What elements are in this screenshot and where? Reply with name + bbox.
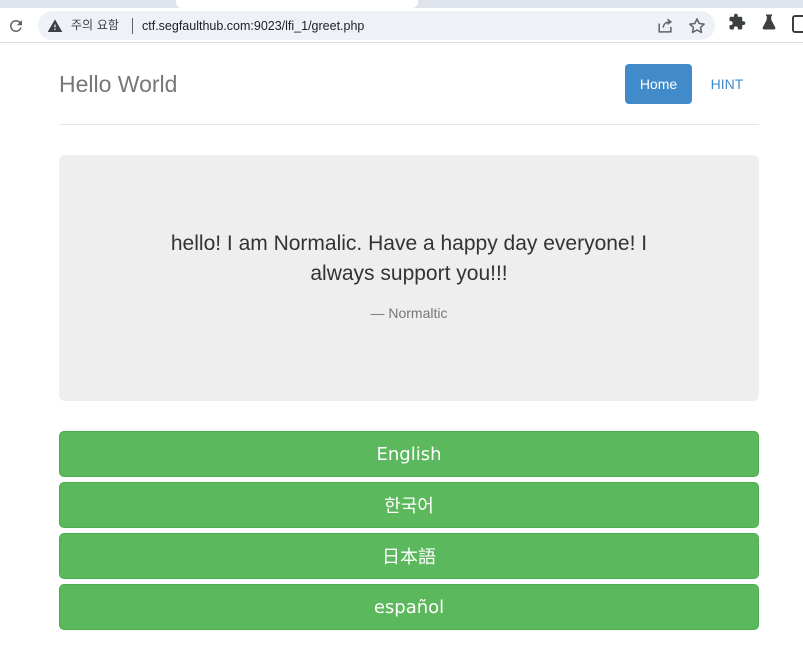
nav-hint-link[interactable]: HINT (694, 64, 760, 104)
header-divider (59, 124, 759, 125)
quote-text: hello! I am Normalic. Have a happy day e… (170, 232, 648, 285)
language-button-korean[interactable]: 한국어 (59, 482, 759, 528)
side-panel-icon[interactable] (792, 15, 803, 33)
flask-icon[interactable] (760, 13, 778, 31)
language-button-japanese[interactable]: 日本語 (59, 533, 759, 579)
language-button-spanish[interactable]: español (59, 584, 759, 630)
language-button-english[interactable]: English (59, 431, 759, 477)
security-warning-text[interactable]: 주의 요함 (71, 18, 119, 33)
omnibox-separator (132, 18, 133, 34)
star-icon[interactable] (687, 16, 707, 36)
url-text[interactable]: ctf.segfaulthub.com:9023/lfi_1/greet.php (142, 19, 364, 33)
quote-jumbotron: hello! I am Normalic. Have a happy day e… (59, 155, 759, 401)
reload-icon[interactable] (6, 16, 26, 36)
warning-icon[interactable] (47, 18, 63, 34)
active-tab[interactable] (176, 0, 418, 8)
tab-strip (0, 0, 803, 8)
share-icon[interactable] (655, 16, 675, 36)
puzzle-icon[interactable] (728, 13, 746, 31)
nav-home-button[interactable]: Home (625, 64, 692, 104)
browser-toolbar: 주의 요함 ctf.segfaulthub.com:9023/lfi_1/gre… (0, 8, 803, 43)
address-bar[interactable]: 주의 요함 ctf.segfaulthub.com:9023/lfi_1/gre… (38, 11, 715, 40)
quote-author: — Normaltic (370, 305, 448, 321)
site-title[interactable]: Hello World (59, 71, 177, 97)
